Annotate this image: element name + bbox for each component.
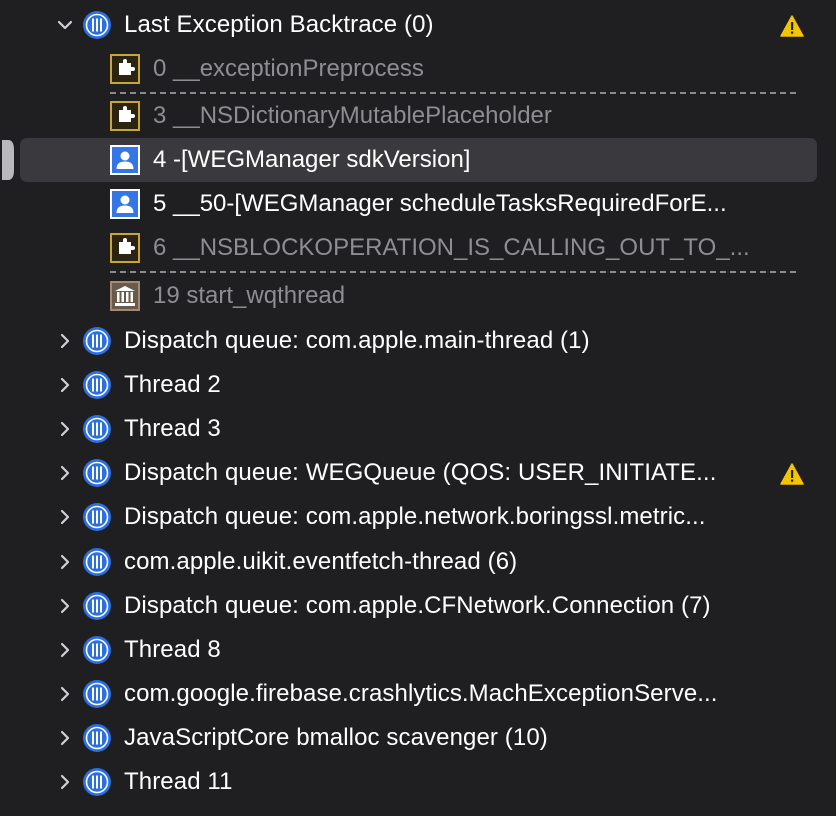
frame-row[interactable]: 6 __NSBLOCKOPERATION_IS_CALLING_OUT_TO_.… [0,226,836,270]
thread-row[interactable]: Dispatch queue: com.apple.main-thread (1… [0,319,836,363]
frame-separator [110,271,796,273]
frame-label: 0 __exceptionPreprocess [153,55,424,82]
thread-icon [83,768,111,796]
chevron-right-icon[interactable] [56,729,74,747]
warning-icon [780,15,804,37]
frame-row[interactable]: 19 start_wqthread [0,274,836,318]
thread-icon [83,679,111,708]
thread-label: Thread 3 [124,415,221,443]
thread-icon [83,635,111,664]
thread-row[interactable]: Thread 8 [0,628,836,672]
thread-label: Dispatch queue: com.apple.CFNetwork.Conn… [124,591,711,619]
thread-row[interactable]: Thread 3 [0,407,836,451]
library-icon [110,281,140,311]
chevron-right-icon[interactable] [56,332,74,350]
frame-label: 5 __50-[WEGManager scheduleTasksRequired… [153,190,727,217]
thread-label: Thread 8 [124,635,221,663]
thread-label: com.apple.uikit.eventfetch-thread (6) [124,547,518,575]
thread-row[interactable]: Thread 11 [0,760,836,804]
chevron-right-icon[interactable] [56,420,74,438]
chevron-right-icon[interactable] [56,464,74,482]
thread-label: Dispatch queue: WEGQueue (QOS: USER_INIT… [124,459,717,487]
thread-row-last-exception-backtrace[interactable]: Last Exception Backtrace (0) [0,3,836,47]
user-code-icon [110,145,140,175]
thread-label: Thread 11 [124,768,233,795]
frame-row[interactable]: 5 __50-[WEGManager scheduleTasksRequired… [0,182,836,226]
frame-label: 19 start_wqthread [153,282,346,309]
chevron-right-icon[interactable] [56,508,74,526]
chevron-right-icon[interactable] [56,553,74,571]
thread-label: JavaScriptCore bmalloc scavenger (10) [124,723,548,751]
frame-row[interactable]: 3 __NSDictionaryMutablePlaceholder [0,94,836,138]
thread-row[interactable]: Dispatch queue: WEGQueue (QOS: USER_INIT… [0,451,836,495]
thread-row[interactable]: Dispatch queue: com.apple.CFNetwork.Conn… [0,584,836,628]
thread-icon [83,371,111,400]
chevron-right-icon[interactable] [56,597,74,615]
thread-icon [83,327,111,355]
frame-label: 3 __NSDictionaryMutablePlaceholder [153,102,552,129]
frame-label: 6 __NSBLOCKOPERATION_IS_CALLING_OUT_TO_.… [153,234,750,261]
user-code-icon [110,189,140,219]
thread-label: Dispatch queue: com.apple.main-thread (1… [124,327,590,354]
thread-label: Last Exception Backtrace (0) [124,11,434,38]
thread-row[interactable]: com.apple.uikit.eventfetch-thread (6) [0,540,836,584]
thread-icon [83,591,111,620]
puzzle-icon [110,54,140,84]
thread-label: Dispatch queue: com.apple.network.boring… [124,503,706,531]
thread-row[interactable]: JavaScriptCore bmalloc scavenger (10) [0,716,836,760]
thread-label: com.google.firebase.crashlytics.MachExce… [124,679,718,707]
chevron-right-icon[interactable] [56,376,74,394]
thread-icon [83,503,111,532]
thread-label: Thread 2 [124,371,221,399]
thread-row[interactable]: Thread 2 [0,363,836,407]
debug-navigator: Last Exception Backtrace (0) 0 __excepti… [0,0,836,816]
thread-row[interactable]: Dispatch queue: com.apple.network.boring… [0,495,836,539]
chevron-right-icon[interactable] [56,685,74,703]
frame-row-selected[interactable]: 4 -[WEGManager sdkVersion] [0,138,836,182]
thread-icon [83,723,111,752]
frame-label: 4 -[WEGManager sdkVersion] [153,146,471,173]
thread-icon [83,415,111,444]
chevron-right-icon[interactable] [56,641,74,659]
thread-icon [83,459,111,488]
frame-row[interactable]: 0 __exceptionPreprocess [0,47,836,91]
puzzle-icon [110,101,140,131]
thread-icon [83,11,111,39]
thread-icon [83,547,111,576]
chevron-right-icon[interactable] [56,773,74,791]
thread-row[interactable]: com.google.firebase.crashlytics.MachExce… [0,672,836,716]
chevron-down-icon[interactable] [56,16,74,34]
warning-icon [780,463,804,486]
puzzle-icon [110,233,140,263]
